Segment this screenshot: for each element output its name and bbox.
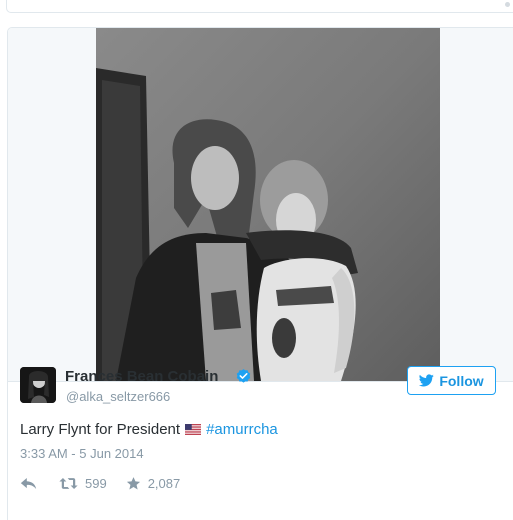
avatar-image <box>20 367 56 403</box>
favorite-count: 2,087 <box>147 475 181 491</box>
hashtag-link[interactable]: #amurrcha <box>206 421 278 438</box>
verified-badge-icon <box>236 369 251 383</box>
twitter-bird-icon <box>419 374 435 387</box>
tweet-media[interactable] <box>8 28 513 382</box>
favorite-button[interactable]: 2,087 <box>107 475 181 491</box>
us-flag-icon <box>185 424 202 435</box>
tweet-text-body: Larry Flynt for President <box>20 421 181 438</box>
dot-icon <box>505 2 510 7</box>
tweet-timestamp[interactable]: 3:33 AM - 5 Jun 2014 <box>20 446 144 461</box>
retweet-count: 599 <box>85 475 107 491</box>
user-name[interactable]: Frances Bean Cobain <box>65 368 218 385</box>
tweet-actions: 599 2,087 <box>20 474 180 492</box>
avatar[interactable] <box>20 367 56 403</box>
reply-button[interactable] <box>20 477 37 490</box>
retweet-button[interactable]: 599 <box>37 476 107 491</box>
photo-illustration <box>96 28 440 381</box>
page: Frances Bean Cobain @alka_seltzer666 Fol… <box>0 0 513 520</box>
follow-button[interactable]: Follow <box>407 366 496 395</box>
retweet-icon <box>59 477 78 489</box>
star-icon <box>126 476 140 489</box>
previous-card-edge <box>6 0 513 13</box>
user-handle[interactable]: @alka_seltzer666 <box>66 389 170 404</box>
tweet-text: Larry Flynt for President #amurrcha <box>20 421 278 438</box>
reply-icon <box>20 477 37 489</box>
follow-label: Follow <box>439 372 484 389</box>
tweet-photo[interactable] <box>96 28 440 381</box>
